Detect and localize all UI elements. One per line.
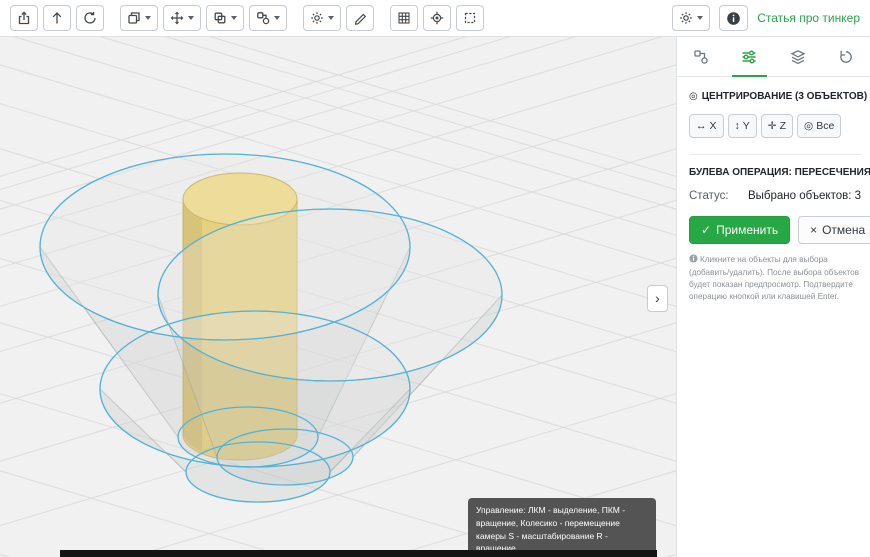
history-icon <box>838 49 854 65</box>
export-button[interactable] <box>10 5 38 31</box>
grid-button[interactable] <box>390 5 418 31</box>
move-icon <box>170 11 184 25</box>
cancel-button[interactable]: × Отмена <box>798 216 870 244</box>
center-x-button[interactable]: ↔ X <box>689 114 724 138</box>
sidebar-tabs <box>677 37 870 77</box>
objects-dropdown-button[interactable] <box>249 5 287 31</box>
bullseye-icon: ◎ <box>689 91 698 102</box>
axis-all-icon: ◎ <box>804 120 813 132</box>
article-link[interactable]: Статья про тинкер <box>757 11 860 25</box>
caret-down-icon <box>188 16 194 20</box>
settings-dropdown-button[interactable] <box>303 5 341 31</box>
centering-title: ◎ ЦЕНТРИРОВАНИЕ (3 ОБЪЕКТОВ) <box>689 91 861 102</box>
structure-icon <box>693 49 709 65</box>
boolean-actions: ✓ Применить × Отмена <box>689 216 861 244</box>
centering-title-text: ЦЕНТРИРОВАНИЕ (3 ОБЪЕКТОВ) <box>702 91 867 102</box>
caret-down-icon <box>145 16 151 20</box>
sidebar: ◎ ЦЕНТРИРОВАНИЕ (3 ОБЪЕКТОВ) ↔ X ↕ Y ✛ Z <box>676 37 870 557</box>
gear-icon <box>310 11 324 25</box>
viewport-3d[interactable]: Управление: ЛКМ - выделение, ПКМ - враще… <box>0 37 676 557</box>
toolbar-group-view <box>390 5 484 31</box>
refresh-button[interactable] <box>76 5 104 31</box>
apply-button[interactable]: ✓ Применить <box>689 216 790 244</box>
frame-icon <box>463 11 477 25</box>
workspace: Управление: ЛКМ - выделение, ПКМ - враще… <box>0 37 870 557</box>
toolbar-right: Статья про тинкер <box>672 5 860 31</box>
section-divider <box>689 154 861 155</box>
objects-icon <box>256 11 270 25</box>
pen-icon <box>353 11 367 25</box>
bottom-bar <box>60 550 657 557</box>
info-circle-icon <box>689 254 698 267</box>
move-dropdown-button[interactable] <box>163 5 201 31</box>
app-root: Статья про тинкер <box>0 0 870 557</box>
duplicate-icon <box>213 11 227 25</box>
top-toolbar: Статья про тинкер <box>0 0 870 37</box>
controls-tooltip: Управление: ЛКМ - выделение, ПКМ - враще… <box>468 498 656 557</box>
grid-icon <box>397 11 411 25</box>
status-label: Статус: <box>689 190 729 202</box>
caret-down-icon <box>231 16 237 20</box>
toolbar-left <box>10 5 484 31</box>
arrow-up-button[interactable] <box>43 5 71 31</box>
toolbar-group-edit <box>120 5 287 31</box>
status-value: Выбрано объектов: 3 <box>748 190 861 202</box>
axis-z-icon: ✛ <box>768 120 777 132</box>
target-button[interactable] <box>423 5 451 31</box>
axis-x-icon: ↔ <box>696 120 707 132</box>
help-text: Кликните на объекты для выбора (добавить… <box>689 254 861 303</box>
settings-dropdown-button-right[interactable] <box>672 5 710 31</box>
axis-y-icon: ↕ <box>735 120 740 132</box>
close-icon: × <box>810 223 817 237</box>
pen-button[interactable] <box>346 5 374 31</box>
arrow-up-icon <box>50 11 64 25</box>
tab-history[interactable] <box>822 37 870 76</box>
gear-icon <box>679 11 693 25</box>
axis-buttons: ↔ X ↕ Y ✛ Z ◎ Все <box>689 114 861 138</box>
duplicate-dropdown-button[interactable] <box>206 5 244 31</box>
frame-button[interactable] <box>456 5 484 31</box>
caret-down-icon <box>328 16 334 20</box>
center-z-button[interactable]: ✛ Z <box>761 114 793 138</box>
sidebar-content: ◎ ЦЕНТРИРОВАНИЕ (3 ОБЪЕКТОВ) ↔ X ↕ Y ✛ Z <box>677 77 870 313</box>
sliders-icon <box>741 49 757 65</box>
copy-dropdown-button[interactable] <box>120 5 158 31</box>
toolbar-group-file <box>10 5 104 31</box>
caret-down-icon <box>697 16 703 20</box>
tab-structure[interactable] <box>677 37 725 76</box>
export-icon <box>17 11 31 25</box>
scene-canvas[interactable] <box>0 37 676 557</box>
refresh-icon <box>83 11 97 25</box>
target-icon <box>430 11 444 25</box>
center-y-button[interactable]: ↕ Y <box>728 114 757 138</box>
caret-down-icon <box>274 16 280 20</box>
layers-icon <box>790 49 806 65</box>
center-all-button[interactable]: ◎ Все <box>797 114 841 138</box>
info-icon <box>726 11 741 26</box>
sidebar-collapse-button[interactable]: › <box>647 285 668 312</box>
info-button[interactable] <box>719 5 748 31</box>
cone-shapes[interactable] <box>40 154 502 502</box>
tab-layers[interactable] <box>774 37 822 76</box>
copy-icon <box>127 11 141 25</box>
toolbar-group-tools <box>303 5 374 31</box>
status-row: Статус: Выбрано объектов: 3 <box>689 190 861 202</box>
boolean-title: БУЛЕВА ОПЕРАЦИЯ: ПЕРЕСЕЧЕНИЯ <box>689 167 861 178</box>
check-icon: ✓ <box>701 223 711 237</box>
tab-adjust[interactable] <box>725 37 773 76</box>
